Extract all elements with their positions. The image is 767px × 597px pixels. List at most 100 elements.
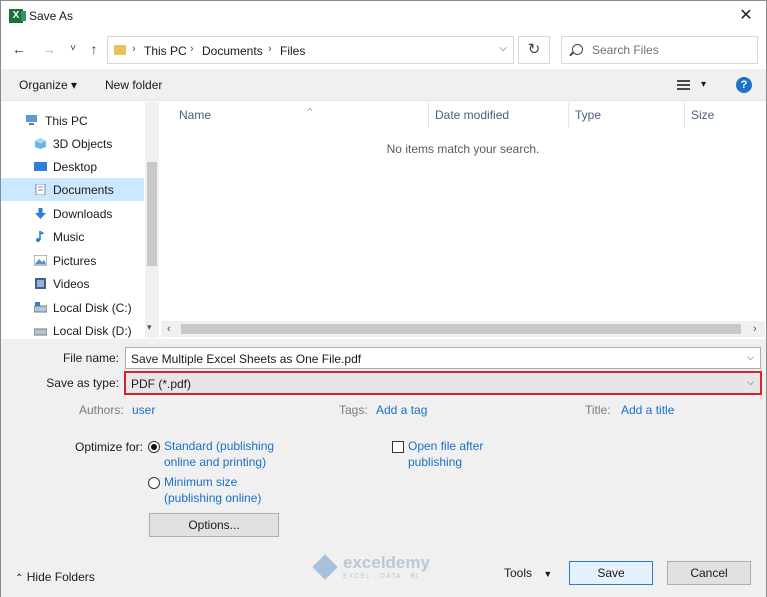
column-header-size[interactable]: Size	[685, 102, 763, 128]
file-list-scrollbar[interactable]: ‹ ›	[161, 321, 765, 337]
add-title-link[interactable]: Add a title	[621, 403, 674, 417]
optimize-minimum-label[interactable]: Minimum size (publishing online)	[164, 474, 261, 506]
search-input[interactable]	[592, 42, 752, 58]
sidebar-item-desktop[interactable]: Desktop	[1, 155, 144, 178]
address-bar[interactable]: › This PC › Documents › Files ⌵	[107, 36, 514, 64]
sidebar-item-videos[interactable]: Videos	[1, 272, 144, 295]
chevron-down-icon[interactable]: ▾	[147, 322, 152, 333]
optimize-for-label: Optimize for:	[74, 440, 143, 454]
sidebar-item-documents[interactable]: Documents	[1, 178, 144, 201]
column-header-label: Type	[575, 108, 602, 122]
column-header-name[interactable]: Name ^	[173, 102, 429, 128]
breadcrumb-files[interactable]: Files	[280, 44, 305, 58]
view-dropdown-button[interactable]: ▾	[701, 79, 706, 90]
chevron-down-icon[interactable]: ⌵	[747, 377, 754, 388]
breadcrumb-separator[interactable]: ›	[268, 43, 272, 55]
chevron-up-icon: ⌃	[15, 573, 24, 584]
documents-icon	[35, 184, 46, 195]
view-options-icon[interactable]	[677, 80, 690, 91]
save-options-panel: File name: Save Multiple Excel Sheets as…	[1, 339, 766, 597]
disk-icon	[34, 328, 47, 336]
new-folder-button[interactable]: New folder	[105, 78, 162, 92]
sidebar-item-label: Videos	[53, 277, 90, 291]
cube-icon	[35, 138, 46, 149]
up-button[interactable]: ↑	[84, 39, 104, 59]
save-as-type-select[interactable]: PDF (*.pdf) ⌵	[124, 371, 762, 395]
close-button[interactable]: ✕	[734, 5, 758, 27]
file-list: Name ^ Date modified Type Size No items …	[161, 102, 765, 338]
videos-icon	[35, 278, 46, 289]
sidebar-item-downloads[interactable]: Downloads	[1, 202, 144, 225]
authors-value[interactable]: user	[132, 403, 155, 417]
organize-button[interactable]: Organize ▾	[19, 78, 77, 92]
add-tag-link[interactable]: Add a tag	[376, 403, 427, 417]
tags-label: Tags:	[339, 403, 368, 417]
sidebar-item-label: Pictures	[53, 254, 97, 268]
computer-icon	[26, 115, 37, 125]
open-after-publishing-checkbox[interactable]	[392, 441, 404, 453]
empty-message: No items match your search.	[386, 142, 540, 156]
optimize-minimum-radio[interactable]	[148, 477, 160, 489]
save-button[interactable]: Save	[569, 561, 653, 585]
open-after-publishing-label[interactable]: Open file after publishing	[408, 438, 483, 470]
chevron-down-icon[interactable]: ⌵	[499, 43, 507, 54]
sidebar-item-label: Local Disk (D:)	[53, 324, 132, 338]
breadcrumb-documents[interactable]: Documents	[202, 44, 263, 58]
chevron-right-icon[interactable]: ›	[753, 323, 757, 335]
column-header-type[interactable]: Type	[569, 102, 685, 128]
breadcrumb-this-pc[interactable]: This PC	[144, 44, 187, 58]
sidebar-item-3d-objects[interactable]: 3D Objects	[1, 132, 144, 155]
folder-icon	[114, 45, 126, 55]
breadcrumb-separator[interactable]: ›	[132, 43, 136, 55]
chevron-left-icon[interactable]: ‹	[167, 323, 171, 335]
navigation-bar: ← → ˅ ↑ › This PC › Documents › Files ⌵ …	[1, 33, 766, 67]
dialog-title: Save As	[29, 9, 74, 23]
scrollbar-thumb[interactable]	[181, 324, 741, 334]
tools-button[interactable]: Tools ▼	[504, 566, 552, 580]
column-header-date-modified[interactable]: Date modified	[429, 102, 569, 128]
exceldemy-logo-icon	[312, 554, 338, 580]
sidebar-item-label: Desktop	[53, 160, 98, 174]
music-icon	[36, 231, 45, 242]
sidebar-item-label: Downloads	[53, 207, 113, 221]
desktop-icon	[34, 162, 47, 171]
sidebar-item-local-disk-d[interactable]: Local Disk (D:)	[1, 319, 144, 338]
disk-icon	[34, 302, 47, 313]
refresh-button[interactable]: ↻	[518, 36, 550, 64]
chevron-down-icon: ▼	[543, 569, 553, 579]
title-label: Title:	[585, 403, 611, 417]
watermark-text: exceldemy	[343, 553, 430, 572]
sidebar-item-music[interactable]: Music	[1, 225, 144, 248]
recent-locations-button[interactable]: ˅	[63, 39, 83, 59]
chevron-down-icon[interactable]: ⌵	[747, 352, 754, 363]
optimize-standard-radio[interactable]	[148, 441, 160, 453]
excel-app-icon: X	[9, 9, 26, 23]
sidebar-item-label: Local Disk (C:)	[53, 301, 132, 315]
hide-folders-button[interactable]: ⌃ Hide Folders	[15, 570, 95, 584]
exceldemy-watermark: exceldemy EXCEL · DATA · BI	[312, 553, 455, 583]
sort-caret-icon: ^	[308, 106, 313, 116]
search-box[interactable]	[561, 36, 758, 64]
breadcrumb-separator[interactable]: ›	[190, 43, 194, 55]
sidebar-item-local-disk-c[interactable]: Local Disk (C:)	[1, 296, 144, 319]
scrollbar-thumb[interactable]	[147, 162, 157, 266]
sidebar-item-label: 3D Objects	[53, 137, 113, 151]
sidebar-item-pictures[interactable]: Pictures	[1, 249, 144, 272]
sidebar-item-this-pc[interactable]: This PC	[1, 109, 144, 132]
file-name-field[interactable]: Save Multiple Excel Sheets as One File.p…	[125, 347, 761, 369]
sidebar-item-label: Documents	[53, 183, 114, 197]
pictures-icon	[34, 255, 47, 266]
optimize-standard-label[interactable]: Standard (publishing online and printing…	[164, 438, 274, 470]
back-button[interactable]: ←	[9, 39, 29, 59]
downloads-icon	[35, 208, 46, 219]
column-header-label: Name	[179, 108, 212, 122]
tools-label: Tools	[504, 566, 533, 580]
forward-button[interactable]: →	[39, 39, 59, 59]
cancel-button[interactable]: Cancel	[667, 561, 751, 585]
save-as-dialog: X Save As ✕ ← → ˅ ↑ › This PC › Document…	[0, 0, 767, 597]
navigation-pane-scrollbar[interactable]: ▾	[145, 102, 159, 338]
help-icon[interactable]: ?	[736, 77, 752, 93]
options-button[interactable]: Options...	[149, 513, 279, 537]
title-bar: X Save As ✕	[1, 1, 766, 31]
save-as-type-value: PDF (*.pdf)	[131, 377, 192, 391]
